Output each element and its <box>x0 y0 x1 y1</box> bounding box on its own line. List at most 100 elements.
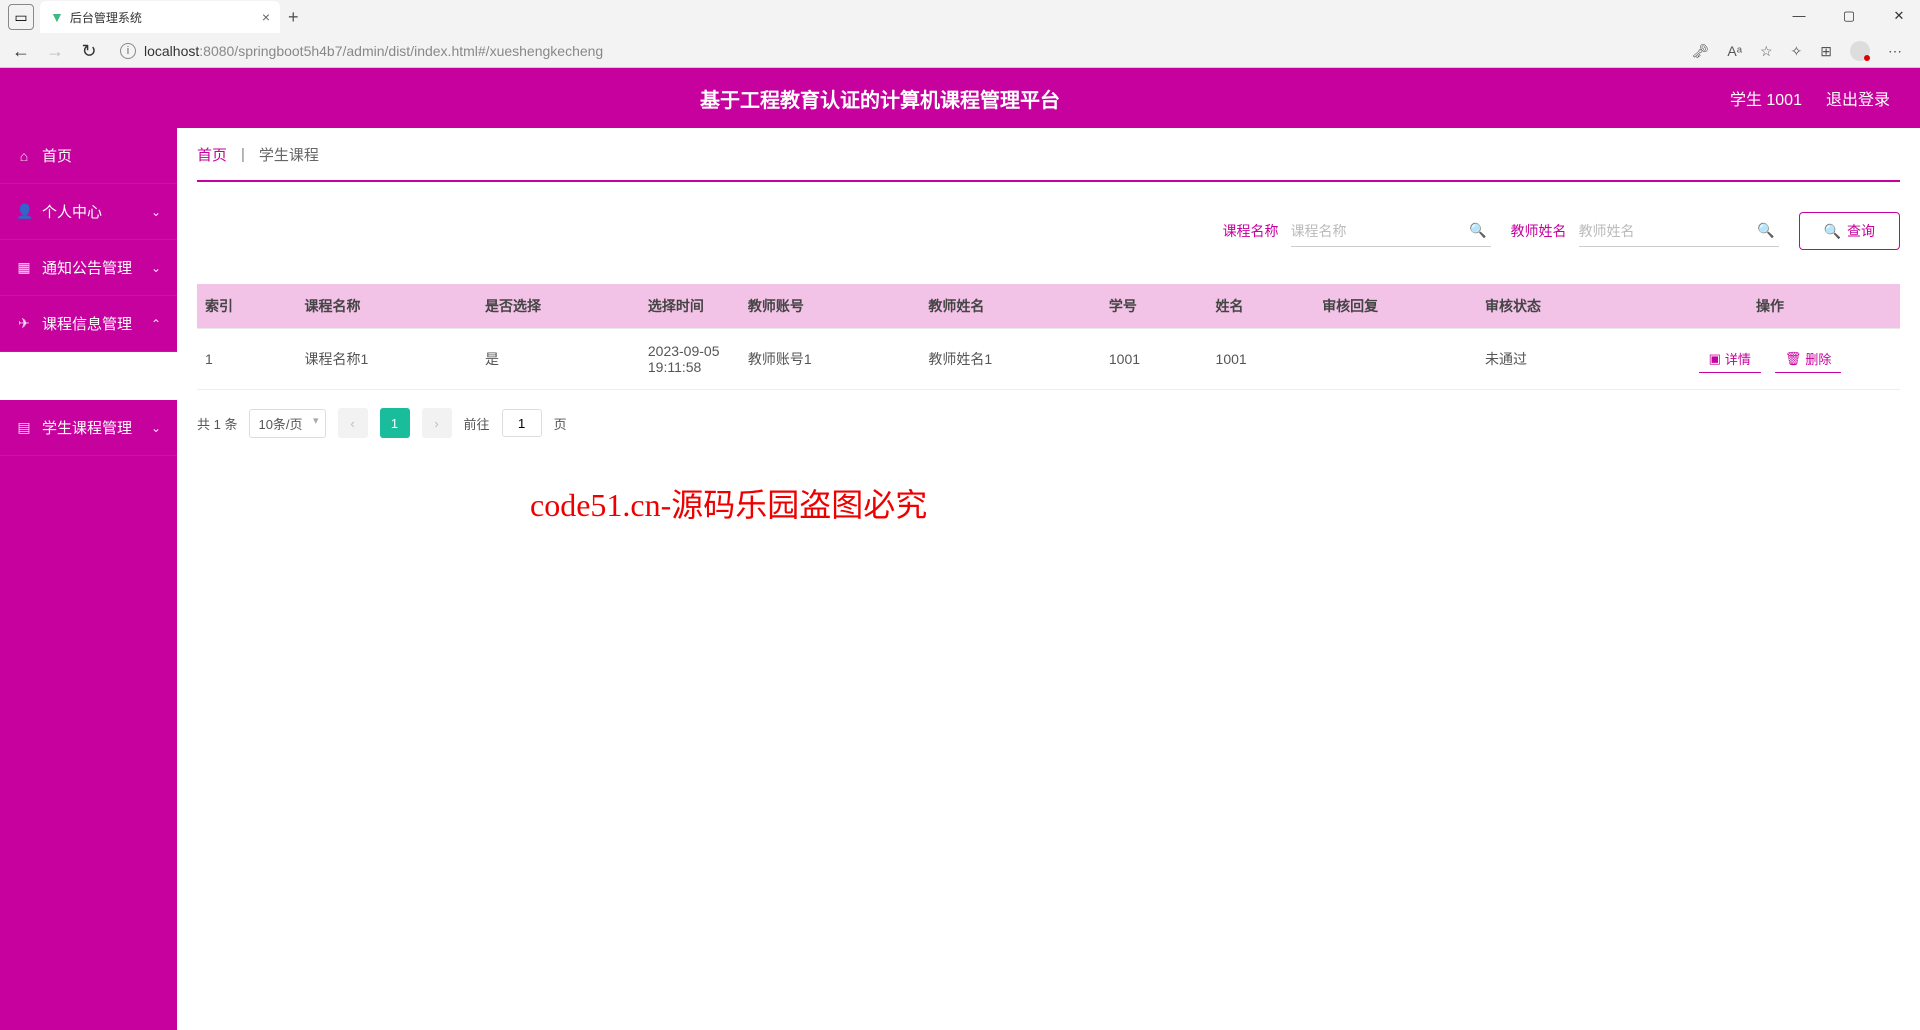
col-selected: 是否选择 <box>477 284 640 329</box>
col-course-name: 课程名称 <box>297 284 478 329</box>
table-row: 1 课程名称1 是 2023-09-05 19:11:58 教师账号1 教师姓名… <box>197 329 1900 390</box>
browser-chrome: ▭ ▼ 后台管理系统 × + — ▢ ✕ ← → ↻ i localhost:8… <box>0 0 1920 68</box>
col-review-reply: 审核回复 <box>1314 284 1477 329</box>
cell-index: 1 <box>197 329 297 390</box>
cell-operations: ▣ 详情 🗑 删除 <box>1640 329 1900 390</box>
address-bar[interactable]: i localhost:8080/springboot5h4b7/admin/d… <box>112 37 1680 65</box>
pagination: 共 1 条 10条/页 ‹ 1 › 前往 页 <box>197 390 1900 438</box>
search-icon: 🔍 <box>1824 223 1841 240</box>
search-icon: 🔍 <box>1469 222 1486 239</box>
col-student-name: 姓名 <box>1208 284 1315 329</box>
tab-title: 后台管理系统 <box>70 9 256 26</box>
chevron-down-icon: ⌄ <box>151 261 161 275</box>
detail-button[interactable]: ▣ 详情 <box>1699 345 1761 373</box>
col-index: 索引 <box>197 284 297 329</box>
breadcrumb-home[interactable]: 首页 <box>197 144 227 165</box>
search-input-teacher[interactable] <box>1579 216 1749 246</box>
app-body: ⌂ 首页 👤 个人中心 ⌄ ▦ 通知公告管理 ⌄ ✈ 课程信息管理 ⌃ ▤ 学 <box>0 128 1920 1030</box>
home-icon: ⌂ <box>16 148 32 164</box>
app-root: 基于工程教育认证的计算机课程管理平台 学生 1001 退出登录 ⌂ 首页 👤 个… <box>0 68 1920 1030</box>
total-count: 共 1 条 <box>197 414 237 433</box>
favicon-icon: ▼ <box>50 9 64 25</box>
cell-teacher-name: 教师姓名1 <box>920 329 1101 390</box>
logout-button[interactable]: 退出登录 <box>1826 86 1890 110</box>
close-tab-icon[interactable]: × <box>262 9 270 25</box>
search-label-course: 课程名称 <box>1223 221 1279 241</box>
col-student-no: 学号 <box>1101 284 1208 329</box>
send-icon: ✈ <box>16 315 32 332</box>
main-content: 首页 | 学生课程 课程名称 🔍 教师姓名 🔍 <box>177 128 1920 1030</box>
reload-button[interactable]: ↻ <box>78 41 100 62</box>
next-page-button[interactable]: › <box>422 408 452 438</box>
cell-review-reply <box>1314 329 1477 390</box>
app-title: 基于工程教育认证的计算机课程管理平台 <box>30 84 1730 113</box>
text-icon[interactable]: Aᵃ <box>1727 43 1742 59</box>
user-label[interactable]: 学生 1001 <box>1730 86 1802 110</box>
chevron-down-icon: ⌄ <box>151 421 161 435</box>
extensions-icon[interactable]: ⊞ <box>1820 43 1832 60</box>
search-icon: 🔍 <box>1757 222 1774 239</box>
search-field-teacher: 教师姓名 🔍 <box>1511 216 1779 247</box>
browser-toolbar: ← → ↻ i localhost:8080/springboot5h4b7/a… <box>0 34 1920 68</box>
page-number[interactable]: 1 <box>380 408 410 438</box>
maximize-button[interactable]: ▢ <box>1834 4 1864 28</box>
data-table: 索引 课程名称 是否选择 选择时间 教师账号 教师姓名 学号 姓名 审核回复 审… <box>197 284 1900 390</box>
profile-icon[interactable] <box>1850 41 1870 61</box>
breadcrumb: 首页 | 学生课程 <box>197 128 1900 182</box>
col-teacher-acct: 教师账号 <box>740 284 921 329</box>
book-icon: ▤ <box>16 419 32 436</box>
toolbar-icons: 🗝 Aᵃ ☆ ✧ ⊞ ⋯ <box>1692 41 1910 61</box>
cell-review-status: 未通过 <box>1477 329 1640 390</box>
search-button[interactable]: 🔍 查询 <box>1799 212 1900 250</box>
chevron-down-icon: ⌄ <box>151 205 161 219</box>
sidebar-item-student-course[interactable]: ▤ 学生课程管理 ⌄ <box>0 400 177 456</box>
cell-selected: 是 <box>477 329 640 390</box>
search-label-teacher: 教师姓名 <box>1511 221 1567 241</box>
app-header: 基于工程教育认证的计算机课程管理平台 学生 1001 退出登录 <box>0 68 1920 128</box>
sidebar-item-home[interactable]: ⌂ 首页 <box>0 128 177 184</box>
sidebar-item-notice[interactable]: ▦ 通知公告管理 ⌄ <box>0 240 177 296</box>
cell-student-no: 1001 <box>1101 329 1208 390</box>
browser-tabs: ▭ ▼ 后台管理系统 × + — ▢ ✕ <box>0 0 1920 34</box>
sidebar-item-course-info[interactable]: ✈ 课程信息管理 ⌃ <box>0 296 177 352</box>
prev-page-button[interactable]: ‹ <box>338 408 368 438</box>
tabs-overview-icon[interactable]: ▭ <box>8 4 34 30</box>
cell-select-time: 2023-09-05 19:11:58 <box>640 329 740 390</box>
col-select-time: 选择时间 <box>640 284 740 329</box>
browser-tab[interactable]: ▼ 后台管理系统 × <box>40 1 280 33</box>
breadcrumb-sep: | <box>241 146 245 163</box>
new-tab-button[interactable]: + <box>288 7 299 28</box>
forward-button[interactable]: → <box>44 41 66 62</box>
delete-button[interactable]: 🗑 删除 <box>1775 345 1842 373</box>
minimize-button[interactable]: — <box>1784 4 1814 28</box>
doc-icon: ▦ <box>16 259 32 276</box>
favorite-icon[interactable]: ☆ <box>1760 43 1773 60</box>
detail-icon: ▣ <box>1709 351 1721 367</box>
key-icon[interactable]: 🗝 <box>1692 43 1710 60</box>
col-teacher-name: 教师姓名 <box>920 284 1101 329</box>
goto-label: 前往 <box>464 414 490 433</box>
goto-input[interactable] <box>502 409 542 437</box>
col-operations: 操作 <box>1640 284 1900 329</box>
sidebar: ⌂ 首页 👤 个人中心 ⌄ ▦ 通知公告管理 ⌄ ✈ 课程信息管理 ⌃ ▤ 学 <box>0 128 177 1030</box>
header-right: 学生 1001 退出登录 <box>1730 86 1890 110</box>
search-field-course: 课程名称 🔍 <box>1223 216 1491 247</box>
sidebar-item-profile[interactable]: 👤 个人中心 ⌄ <box>0 184 177 240</box>
url-text: localhost:8080/springboot5h4b7/admin/dis… <box>144 43 603 59</box>
more-icon[interactable]: ⋯ <box>1888 43 1902 60</box>
window-controls: — ▢ ✕ <box>1784 4 1914 28</box>
search-input-course[interactable] <box>1291 216 1461 246</box>
cell-course-name: 课程名称1 <box>297 329 478 390</box>
sidebar-subitem[interactable] <box>0 352 177 400</box>
collections-icon[interactable]: ✧ <box>1791 43 1803 60</box>
cell-student-name: 1001 <box>1208 329 1315 390</box>
site-info-icon[interactable]: i <box>120 43 136 59</box>
user-icon: 👤 <box>16 203 32 220</box>
close-window-button[interactable]: ✕ <box>1884 4 1914 28</box>
chevron-up-icon: ⌃ <box>151 317 161 331</box>
goto-suffix: 页 <box>554 414 567 433</box>
back-button[interactable]: ← <box>10 41 32 62</box>
search-row: 课程名称 🔍 教师姓名 🔍 🔍 查询 <box>197 182 1900 284</box>
delete-icon: 🗑 <box>1785 351 1802 367</box>
page-size-select[interactable]: 10条/页 <box>249 409 325 438</box>
